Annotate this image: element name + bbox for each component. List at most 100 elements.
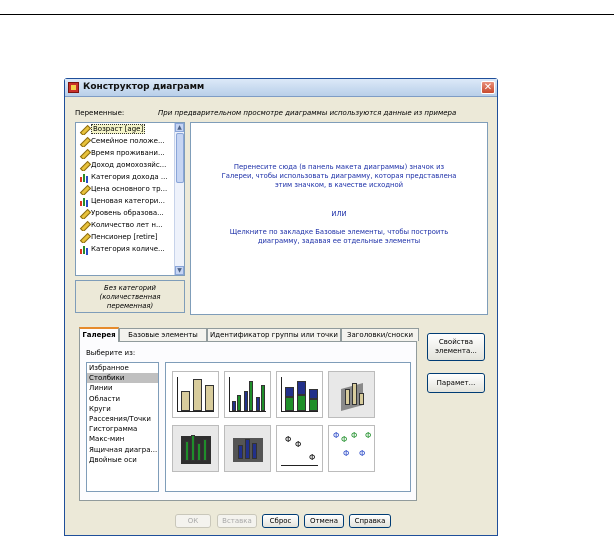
variable-label: Возраст [age]: [91, 124, 146, 134]
cancel-button[interactable]: Отмена: [304, 514, 344, 528]
axis-x: [177, 411, 214, 412]
chart-type-item[interactable]: Ящичная диагра...: [87, 445, 158, 455]
error-point-1: Φ: [285, 435, 292, 444]
variables-label: Переменные:: [75, 109, 125, 117]
chart-type-item[interactable]: Линии: [87, 383, 158, 393]
bar-2: [191, 435, 195, 461]
bar-2: [237, 395, 241, 411]
variable-item[interactable]: Время проживани...: [76, 147, 184, 159]
chart-type-item[interactable]: Двойные оси: [87, 455, 158, 465]
bar-1: [185, 441, 189, 461]
ok-button[interactable]: ОК: [175, 514, 211, 528]
variable-label: Ценовая категори...: [91, 197, 165, 205]
paste-button[interactable]: Вставка: [217, 514, 257, 528]
bar-4: [203, 439, 207, 461]
chart-type-item[interactable]: Рассеяния/Точки: [87, 414, 158, 424]
gallery-panel: Выберите из: Избранное Столбики Линии Облас…: [79, 341, 417, 501]
bar-1: [181, 391, 190, 411]
tab-gallery[interactable]: Галерея: [79, 327, 119, 342]
bar-1: [232, 401, 236, 411]
chart-type-item[interactable]: Макс-мин: [87, 434, 158, 444]
scale-pencil-icon: [79, 233, 88, 242]
tab-bar: Галерея Базовые элементы Идентификатор г…: [79, 327, 419, 342]
axis-y: [177, 377, 178, 412]
scale-pencil-icon: [79, 209, 88, 218]
bar-3: [359, 393, 364, 405]
scale-pencil-icon: [79, 221, 88, 230]
variable-item[interactable]: Доход домохозяйс...: [76, 159, 184, 171]
scroll-thumb[interactable]: [176, 133, 184, 183]
chart-type-item[interactable]: Области: [87, 394, 158, 404]
chart-type-list[interactable]: Избранное Столбики Линии Области Круги Рассея…: [86, 362, 159, 492]
variable-item[interactable]: Категория количе...: [76, 243, 184, 255]
bar-2: [297, 395, 306, 411]
options-button[interactable]: Парамет...: [427, 373, 485, 393]
error-bar-thumbnail[interactable]: Φ Φ Φ: [276, 425, 323, 472]
axis-x: [229, 411, 266, 412]
variables-list[interactable]: Возраст [age] Семейное положе... Время про…: [75, 122, 185, 276]
scroll-up-icon[interactable]: ▲: [175, 123, 184, 132]
variable-label: Время проживани...: [91, 149, 165, 157]
variable-label: Категория количе...: [91, 245, 165, 253]
error-point-2: Φ: [341, 435, 348, 444]
bar-2: [245, 439, 250, 459]
bar-1-top: [285, 387, 294, 397]
chart-builder-icon: [68, 82, 79, 93]
chart-type-item[interactable]: Гистограмма: [87, 424, 158, 434]
tab-basic-elements[interactable]: Базовые элементы: [119, 328, 207, 341]
gallery-thumbnails: Φ Φ Φ Φ Φ Φ Φ Φ Φ: [165, 362, 411, 492]
error-point-4: Φ: [365, 431, 372, 440]
variable-item[interactable]: Уровень образова...: [76, 207, 184, 219]
chart-type-item[interactable]: Столбики: [87, 373, 158, 384]
preview-hint: При предварительном просмотре диаграммы …: [158, 109, 457, 117]
variable-label: Уровень образова...: [91, 209, 164, 217]
tab-titles-footnotes[interactable]: Заголовки/сноски: [341, 328, 419, 341]
scale-pencil-icon: [79, 137, 88, 146]
axis-x: [281, 411, 318, 412]
no-categories-line-1: Без категорий: [104, 284, 156, 292]
variable-item[interactable]: Ценовая категори...: [76, 195, 184, 207]
bar-2: [193, 379, 202, 411]
bar-3: [309, 399, 318, 411]
help-button[interactable]: Справка: [349, 514, 391, 528]
variable-label: Количество лет н...: [91, 221, 163, 229]
ordinal-bars-icon: [79, 245, 88, 254]
variable-item[interactable]: Возраст [age]: [76, 123, 184, 135]
simple-bar-thumbnail[interactable]: [172, 371, 219, 418]
reset-button[interactable]: Сброс: [262, 514, 299, 528]
bar-1: [238, 445, 243, 459]
scroll-down-icon[interactable]: ▼: [175, 266, 184, 275]
bar-3: [252, 443, 257, 459]
chart-canvas[interactable]: Перенесите сюда (в панель макета диаграм…: [190, 122, 488, 315]
stacked-bar-thumbnail[interactable]: [276, 371, 323, 418]
choose-from-label: Выберите из:: [86, 349, 136, 357]
3d-bar-thumbnail[interactable]: [328, 371, 375, 418]
no-categories-box: Без категорий (количественная переменная…: [75, 280, 185, 313]
title-bar[interactable]: Конструктор диаграмм ✕: [65, 79, 497, 97]
variable-item[interactable]: Пенсионер [retire]: [76, 231, 184, 243]
chart-type-item[interactable]: Круги: [87, 404, 158, 414]
element-properties-button[interactable]: Свойства элемента...: [427, 333, 485, 361]
canvas-instruction-1: Перенесите сюда (в панель макета диаграм…: [221, 163, 457, 189]
clustered-bar-thumbnail[interactable]: [224, 371, 271, 418]
axis-x: [281, 465, 318, 466]
no-categories-line-3: переменная): [106, 302, 154, 310]
chart-type-item[interactable]: Избранное: [87, 363, 158, 373]
variable-label: Пенсионер [retire]: [91, 233, 158, 241]
tab-group-point-id[interactable]: Идентификатор группы или точки: [207, 328, 341, 341]
variable-item[interactable]: Цена основного тр...: [76, 183, 184, 195]
no-categories-line-2: (количественная: [99, 293, 161, 301]
variable-item[interactable]: Количество лет н...: [76, 219, 184, 231]
clustered-error-bar-thumbnail[interactable]: Φ Φ Φ Φ Φ Φ: [328, 425, 375, 472]
close-button[interactable]: ✕: [481, 81, 495, 94]
variable-item[interactable]: Категория дохода ...: [76, 171, 184, 183]
ordinal-bars-icon: [79, 173, 88, 182]
error-point-1: Φ: [333, 431, 340, 440]
3d-clustered-bar-thumbnail[interactable]: [172, 425, 219, 472]
canvas-instruction-2: Щелкните по закладке Базовые элементы, ч…: [229, 228, 449, 245]
axis-y: [229, 377, 230, 412]
variables-scrollbar[interactable]: ▲ ▼: [174, 123, 184, 275]
variable-item[interactable]: Семейное положе...: [76, 135, 184, 147]
3d-stacked-bar-thumbnail[interactable]: [224, 425, 271, 472]
error-point-5: Φ: [343, 449, 350, 458]
